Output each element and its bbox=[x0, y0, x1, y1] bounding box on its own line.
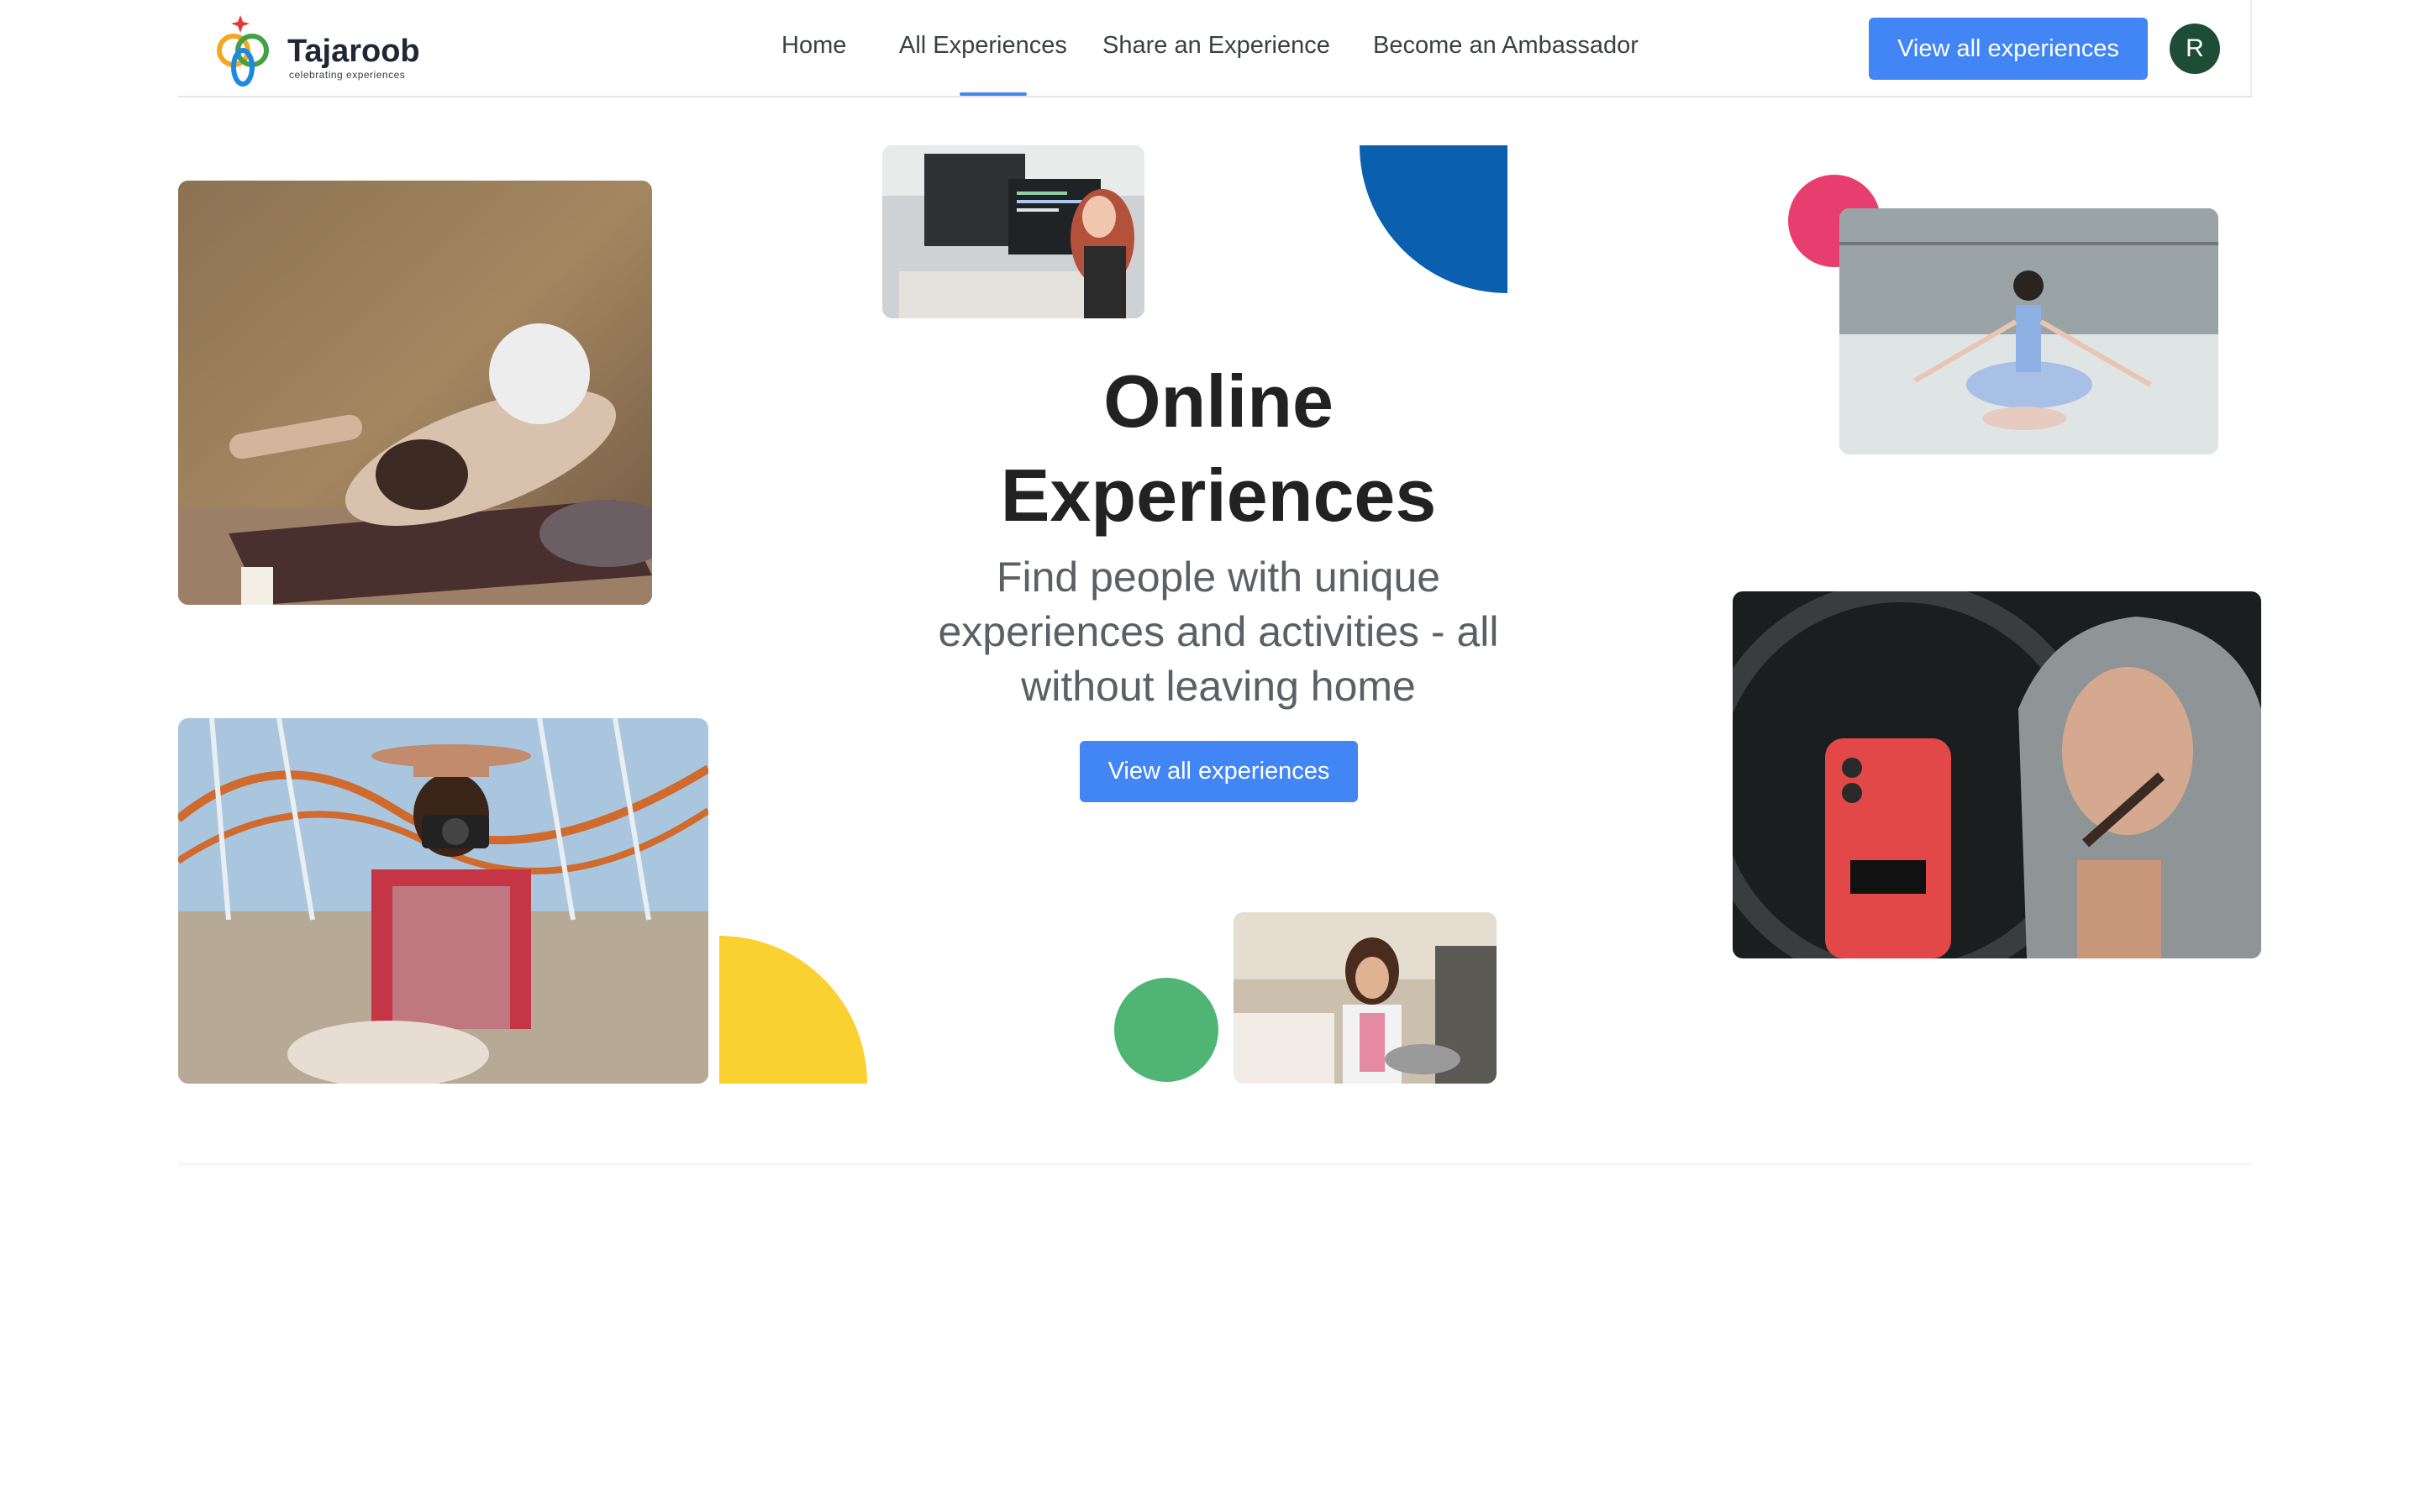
brand-name: Tajaroob bbox=[287, 34, 420, 69]
hero-title: Online Experiences bbox=[840, 354, 1597, 543]
hero-view-all-experiences-button[interactable]: View all experiences bbox=[1080, 741, 1358, 802]
programmer-at-desk-photo bbox=[882, 145, 1144, 318]
section-divider bbox=[178, 1163, 2252, 1166]
hero-title-line1: Online bbox=[1103, 360, 1334, 443]
top-navigation-bar: Tajaroob celebrating experiences Home Al… bbox=[178, 0, 2252, 97]
makeup-vlogger-photo bbox=[1733, 591, 2261, 958]
green-circle-shape bbox=[1114, 978, 1218, 1082]
nav-item-share-experience[interactable]: Share an Experience bbox=[1102, 32, 1330, 60]
nav-item-all-experiences[interactable]: All Experiences bbox=[899, 32, 1067, 60]
active-tab-indicator bbox=[960, 92, 1027, 96]
blue-quarter-circle-shape bbox=[1360, 145, 1507, 293]
nav-item-home[interactable]: Home bbox=[781, 32, 846, 60]
nav-item-become-ambassador[interactable]: Become an Ambassador bbox=[1373, 32, 1639, 60]
photographer-with-camera-photo bbox=[178, 718, 708, 1084]
brand-tagline: celebrating experiences bbox=[289, 69, 406, 81]
cooking-woman-photo bbox=[1234, 912, 1497, 1084]
ballet-dancer-photo bbox=[1839, 208, 2218, 454]
yoga-stretch-photo bbox=[178, 181, 652, 605]
hero-title-line2: Experiences bbox=[1000, 454, 1437, 537]
brand-logo[interactable]: Tajaroob celebrating experiences bbox=[212, 12, 430, 87]
yellow-quarter-circle-shape bbox=[719, 936, 867, 1084]
hero-subtitle: Find people with unique experiences and … bbox=[938, 554, 1499, 710]
view-all-experiences-button[interactable]: View all experiences bbox=[1869, 18, 2148, 80]
user-avatar[interactable]: R bbox=[2170, 24, 2220, 74]
trefoil-logo-icon bbox=[217, 15, 269, 87]
